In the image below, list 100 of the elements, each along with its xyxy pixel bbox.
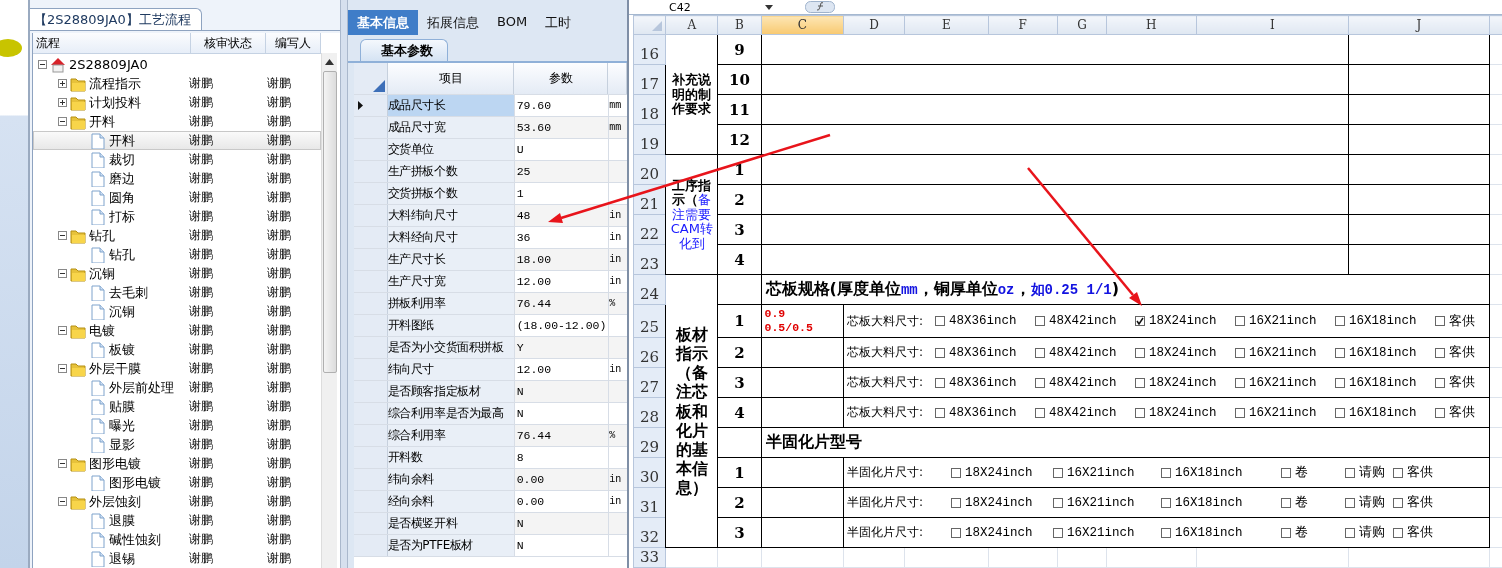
checkbox[interactable] — [1392, 467, 1403, 478]
column-header[interactable]: 核审状态 — [191, 33, 266, 53]
tree-row[interactable]: 曝光 谢鹏 谢鹏 — [33, 416, 321, 435]
checkbox[interactable] — [1434, 316, 1445, 327]
checkbox[interactable] — [934, 347, 945, 358]
checkbox[interactable] — [1134, 316, 1145, 327]
checkbox[interactable] — [1344, 527, 1355, 538]
checkbox[interactable] — [1334, 316, 1345, 327]
checkbox[interactable] — [1280, 497, 1291, 508]
row-header[interactable]: 17 — [633, 64, 666, 95]
checkbox[interactable] — [1052, 467, 1063, 478]
row-header[interactable]: 25 — [633, 304, 666, 338]
tab[interactable]: 基本信息 — [348, 10, 418, 35]
tree-row[interactable]: 裁切 谢鹏 谢鹏 — [33, 150, 321, 169]
tree-row[interactable]: 计划投料 谢鹏 谢鹏 — [33, 93, 321, 112]
tree-row[interactable]: 流程指示 谢鹏 谢鹏 — [33, 74, 321, 93]
checkbox[interactable] — [1434, 407, 1445, 418]
column-header[interactable]: J — [1348, 15, 1490, 35]
column-header[interactable]: 编写人 — [266, 33, 321, 53]
row-header[interactable]: 26 — [633, 337, 666, 368]
row-header[interactable]: 27 — [633, 367, 666, 398]
checkbox[interactable] — [1160, 467, 1171, 478]
checkbox[interactable] — [1392, 527, 1403, 538]
checkbox[interactable] — [1234, 347, 1245, 358]
checkbox[interactable] — [1334, 377, 1345, 388]
checkbox[interactable] — [1134, 347, 1145, 358]
tree-row[interactable]: 外层前处理 谢鹏 谢鹏 — [33, 378, 321, 397]
tree-row[interactable]: 电镀 谢鹏 谢鹏 — [33, 321, 321, 340]
tree-row[interactable]: 沉铜 谢鹏 谢鹏 — [33, 264, 321, 283]
tree-row[interactable]: 外层蚀刻 谢鹏 谢鹏 — [33, 492, 321, 511]
collapse-icon[interactable] — [58, 117, 67, 126]
column-header[interactable]: 参数 — [513, 63, 609, 94]
collapse-icon[interactable] — [58, 497, 67, 506]
tree-row[interactable]: 去毛刺 谢鹏 谢鹏 — [33, 283, 321, 302]
tree-row[interactable]: 打标 谢鹏 谢鹏 — [33, 207, 321, 226]
checkbox[interactable] — [950, 527, 961, 538]
collapse-icon[interactable] — [58, 231, 67, 240]
row-header[interactable]: 31 — [633, 487, 666, 518]
row-header[interactable]: 32 — [633, 517, 666, 548]
row-header[interactable]: 23 — [633, 244, 666, 275]
checkbox[interactable] — [950, 467, 961, 478]
tree-row[interactable]: 退锡 谢鹏 谢鹏 — [33, 549, 321, 568]
name-box[interactable]: C42 — [629, 0, 779, 15]
column-header[interactable]: H — [1106, 15, 1196, 35]
checkbox[interactable] — [1234, 377, 1245, 388]
checkbox[interactable] — [950, 497, 961, 508]
checkbox[interactable] — [1434, 347, 1445, 358]
tree-row[interactable]: 图形电镀 谢鹏 谢鹏 — [33, 473, 321, 492]
checkbox[interactable] — [1392, 497, 1403, 508]
column-header[interactable]: A — [665, 15, 718, 35]
tree-row[interactable]: 钻孔 谢鹏 谢鹏 — [33, 245, 321, 264]
tab[interactable]: BOM — [488, 10, 537, 35]
row-header[interactable]: 22 — [633, 214, 666, 245]
checkbox[interactable] — [1034, 377, 1045, 388]
checkbox[interactable] — [1280, 467, 1291, 478]
tab[interactable]: 拓展信息 — [418, 10, 488, 35]
checkbox[interactable] — [1280, 527, 1291, 538]
column-header[interactable]: 项目 — [388, 63, 514, 94]
tab[interactable]: 基本参数 — [360, 39, 448, 61]
checkbox[interactable] — [934, 407, 945, 418]
column-header[interactable]: I — [1196, 15, 1349, 35]
checkbox[interactable] — [1034, 316, 1045, 327]
tree-row[interactable]: 图形电镀 谢鹏 谢鹏 — [33, 454, 321, 473]
tree-row[interactable]: 开料 谢鹏 谢鹏 — [33, 112, 321, 131]
scrollbar[interactable] — [321, 53, 337, 568]
tree-row[interactable]: 碱性蚀刻 谢鹏 谢鹏 — [33, 530, 321, 549]
tree-row[interactable]: 2S28809JA0 — [33, 55, 321, 74]
checkbox[interactable] — [1134, 377, 1145, 388]
checkbox[interactable] — [1344, 497, 1355, 508]
row-header[interactable]: 33 — [633, 547, 666, 568]
row-header[interactable] — [354, 95, 388, 116]
row-header[interactable]: 30 — [633, 457, 666, 488]
checkbox[interactable] — [1334, 407, 1345, 418]
checkbox[interactable] — [1334, 347, 1345, 358]
tree-row[interactable]: 圆角 谢鹏 谢鹏 — [33, 188, 321, 207]
row-header[interactable]: 20 — [633, 154, 666, 185]
tree-row[interactable]: 贴膜 谢鹏 谢鹏 — [33, 397, 321, 416]
checkbox[interactable] — [1434, 377, 1445, 388]
column-header[interactable]: 流程 — [33, 33, 191, 53]
row-header[interactable]: 18 — [633, 94, 666, 125]
expand-icon[interactable] — [58, 98, 67, 107]
collapse-icon[interactable] — [58, 269, 67, 278]
expand-icon[interactable] — [58, 79, 67, 88]
checkbox[interactable] — [1234, 316, 1245, 327]
tab[interactable]: 工时 — [536, 10, 581, 35]
column-header[interactable]: F — [988, 15, 1058, 35]
tree-row[interactable]: 钻孔 谢鹏 谢鹏 — [33, 226, 321, 245]
column-header[interactable]: E — [904, 15, 989, 35]
column-header[interactable]: G — [1057, 15, 1107, 35]
collapse-icon[interactable] — [58, 364, 67, 373]
tree-row[interactable]: 退膜 谢鹏 谢鹏 — [33, 511, 321, 530]
tree-row[interactable]: 板镀 谢鹏 谢鹏 — [33, 340, 321, 359]
collapse-icon[interactable] — [38, 60, 47, 69]
checkbox[interactable] — [1160, 497, 1171, 508]
checkbox[interactable] — [1134, 407, 1145, 418]
collapse-icon[interactable] — [58, 459, 67, 468]
row-header[interactable]: 29 — [633, 427, 666, 458]
row-header[interactable]: 19 — [633, 124, 666, 155]
tree-row[interactable]: 沉铜 谢鹏 谢鹏 — [33, 302, 321, 321]
row-header[interactable]: 16 — [633, 34, 666, 65]
